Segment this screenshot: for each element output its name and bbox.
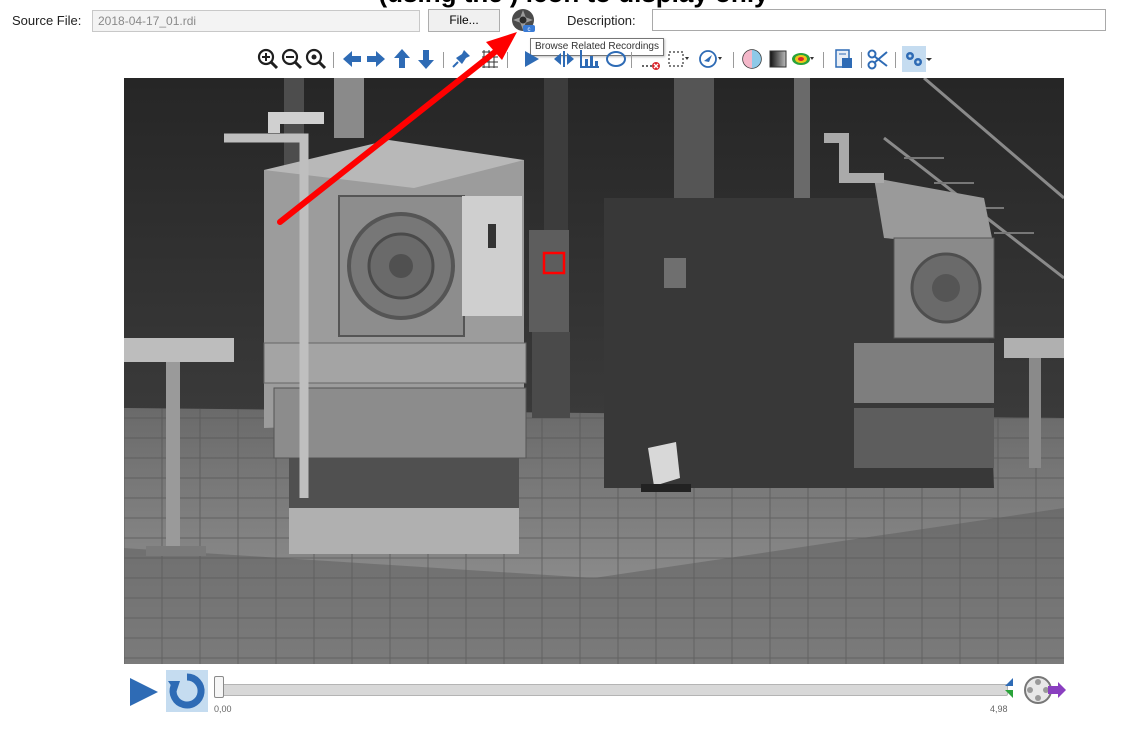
arrow-right-icon <box>367 51 385 67</box>
arrow-up-icon <box>394 49 410 68</box>
description-label: Description: <box>567 13 636 28</box>
toolbar-separator <box>895 52 896 68</box>
pan-up-button[interactable] <box>390 46 414 72</box>
zoom-in-icon <box>257 48 279 70</box>
playback-bar: 0,00 4,98 <box>0 664 1147 732</box>
delete-roi-button[interactable] <box>640 46 664 72</box>
pin-button[interactable] <box>450 46 474 72</box>
scissors-icon <box>867 49 888 70</box>
zoom-in-button[interactable] <box>256 46 280 72</box>
thermal-image-view[interactable] <box>124 78 1064 664</box>
play-marker-button[interactable] <box>520 46 544 72</box>
toolbar-separator <box>333 52 334 68</box>
arrow-left-icon <box>343 51 361 67</box>
browse-related-recordings-button[interactable]: c <box>509 7 539 35</box>
heat-blob-button[interactable] <box>790 46 814 72</box>
toolbar-separator <box>507 52 508 68</box>
svg-text:c: c <box>528 27 531 33</box>
pan-right-button[interactable] <box>364 46 388 72</box>
chart-icon <box>580 50 599 68</box>
zoom-out-button[interactable] <box>280 46 304 72</box>
loop-button[interactable] <box>166 670 208 712</box>
navigate-button[interactable] <box>698 46 722 72</box>
delete-roi-icon <box>642 62 660 70</box>
pan-left-button[interactable] <box>340 46 364 72</box>
scissors-button[interactable] <box>866 46 890 72</box>
toolbar-separator <box>443 52 444 68</box>
ellipse-roi-button[interactable] <box>604 46 628 72</box>
zoom-out-icon <box>281 48 303 70</box>
split-button[interactable] <box>552 46 576 72</box>
end-time-label: 4,98 <box>990 704 1008 714</box>
rect-select-button[interactable] <box>666 46 690 72</box>
pan-down-button[interactable] <box>414 46 438 72</box>
image-toolbar <box>0 46 1147 74</box>
timeline-track[interactable] <box>216 684 1008 696</box>
arrow-down-icon <box>418 50 434 69</box>
start-time-label: 0,00 <box>214 704 232 714</box>
machinery-image <box>124 78 1064 664</box>
ellipse-icon <box>606 51 626 67</box>
split-icon <box>554 51 574 67</box>
settings-icon <box>906 52 922 66</box>
aperture-camera-icon: c <box>512 9 535 33</box>
navigate-icon <box>699 50 722 68</box>
grid-button[interactable] <box>478 46 502 72</box>
gradient-button[interactable] <box>766 46 790 72</box>
toolbar-separator <box>823 52 824 68</box>
settings-button[interactable] <box>902 46 926 72</box>
toolbar-separator <box>861 52 862 68</box>
export-button[interactable] <box>832 46 856 72</box>
gradient-icon <box>769 50 787 68</box>
pin-icon <box>452 50 470 68</box>
source-file-label: Source File: <box>12 13 82 28</box>
zoom-fit-button[interactable] <box>304 46 328 72</box>
play-marker-icon <box>525 51 539 67</box>
export-icon <box>835 49 852 68</box>
page-banner: (using the ) icon to display only <box>0 0 1147 8</box>
zoom-fit-icon <box>305 48 327 70</box>
settings-dropdown[interactable] <box>924 46 934 72</box>
palette-button[interactable] <box>740 46 764 72</box>
description-field[interactable] <box>652 9 1106 31</box>
chevron-down-icon <box>926 58 932 61</box>
grid-icon <box>482 50 498 68</box>
heat-blob-icon <box>792 53 814 65</box>
toolbar-separator <box>631 52 632 68</box>
file-button[interactable]: File... <box>428 9 500 32</box>
play-icon <box>130 678 158 706</box>
source-file-field[interactable]: 2018-04-17_01.rdi <box>92 10 420 32</box>
record-reel-button[interactable] <box>1020 672 1068 708</box>
end-marker-icon <box>1005 678 1013 698</box>
reel-icon <box>1024 676 1066 704</box>
toolbar-separator <box>733 52 734 68</box>
palette-icon <box>742 49 762 69</box>
timeline-thumb[interactable] <box>214 676 224 698</box>
loop-icon <box>168 673 205 709</box>
rect-select-icon <box>668 51 689 67</box>
end-marker[interactable] <box>1004 676 1014 700</box>
chart-button[interactable] <box>578 46 602 72</box>
play-button[interactable] <box>126 674 162 710</box>
